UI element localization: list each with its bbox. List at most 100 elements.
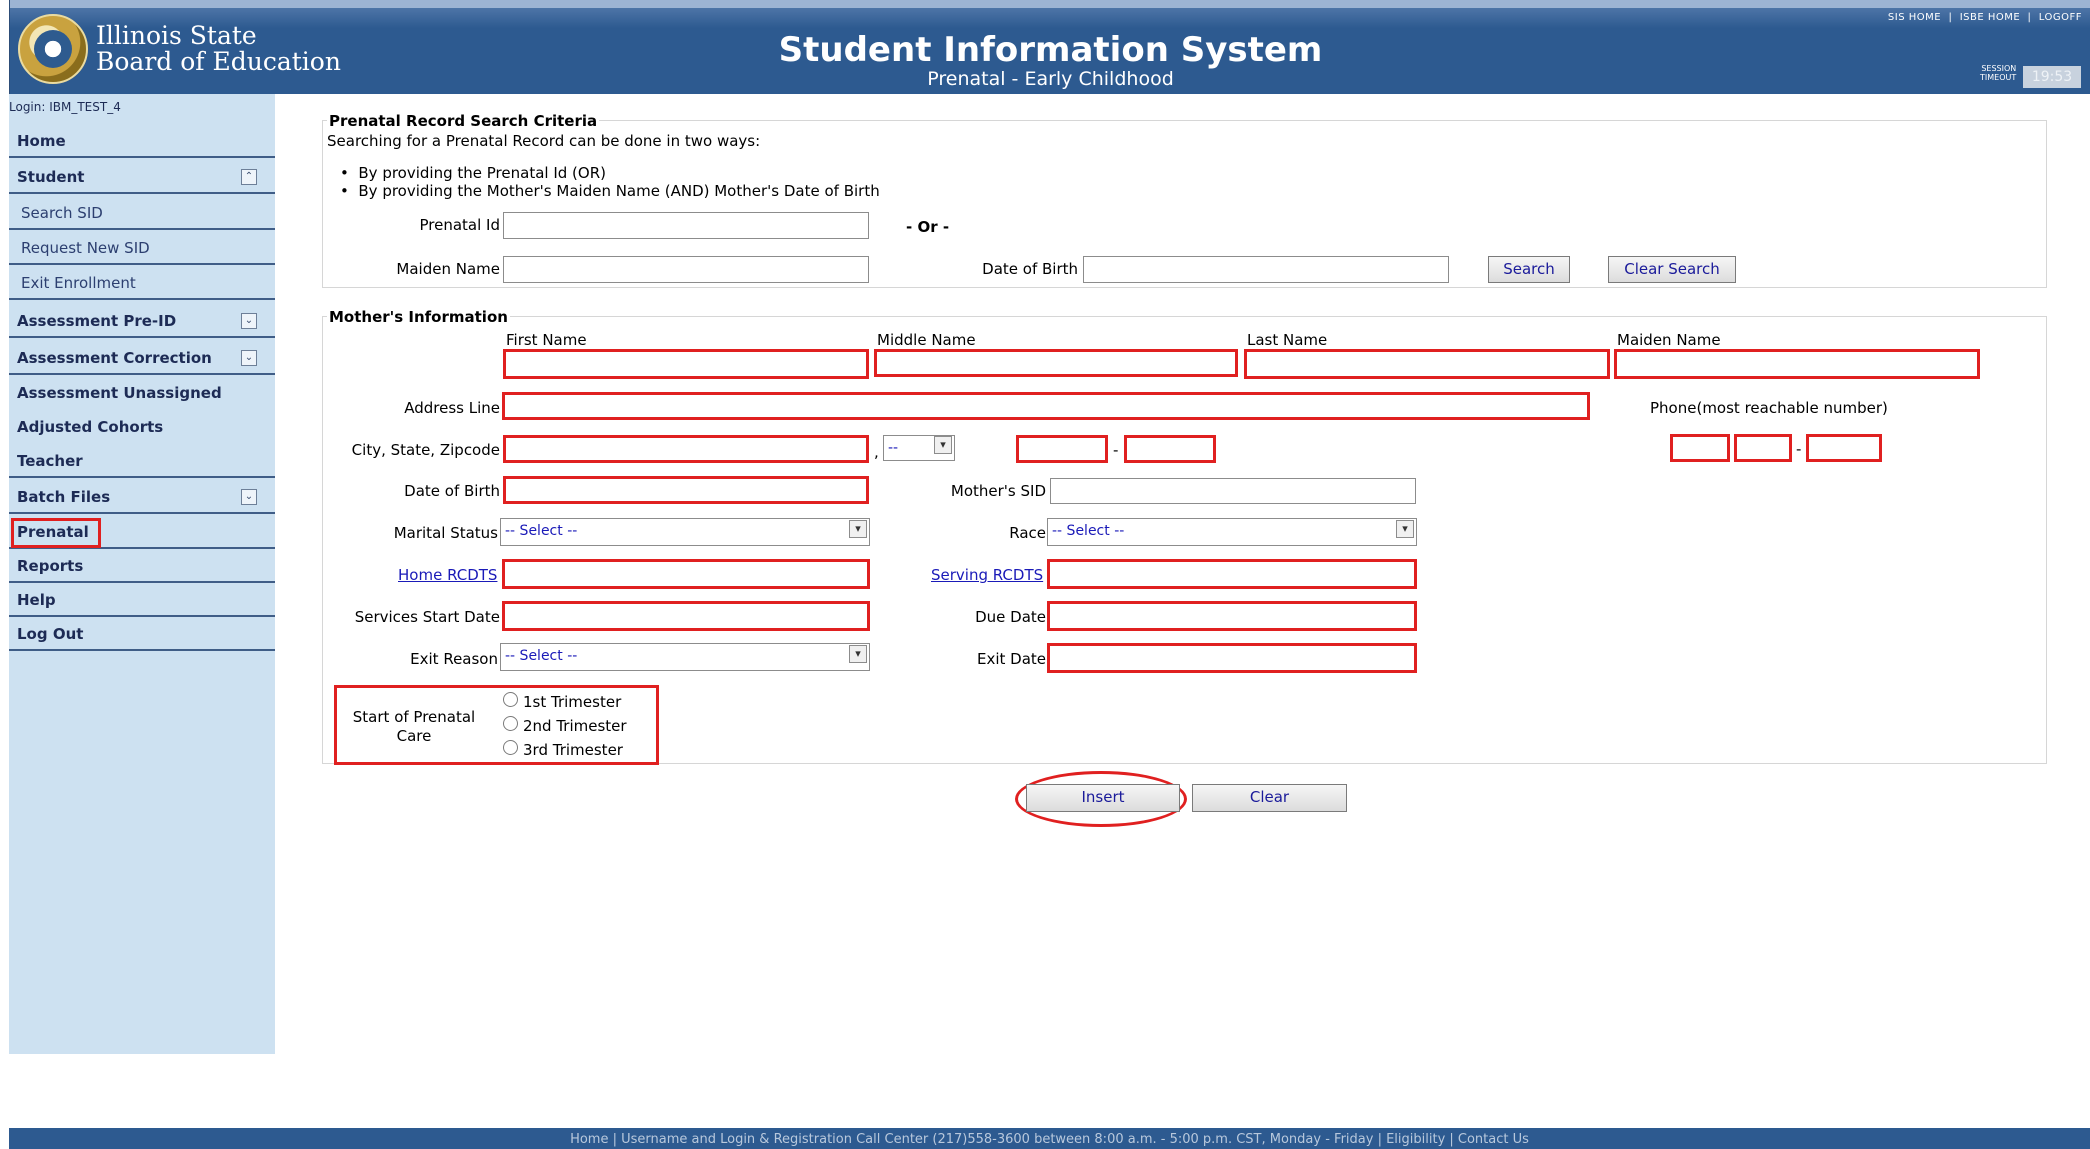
sidebar-item-home[interactable]: Home bbox=[9, 124, 275, 158]
prenatal-id-label: Prenatal Id bbox=[419, 216, 500, 234]
dob-input[interactable] bbox=[503, 476, 869, 504]
exit-reason-label: Exit Reason bbox=[410, 650, 498, 668]
phone-dash: - bbox=[1796, 440, 1802, 458]
last-name-label: Last Name bbox=[1247, 331, 1328, 349]
home-rcdts-input[interactable] bbox=[502, 559, 870, 589]
search-dob-input[interactable] bbox=[1083, 256, 1449, 283]
serving-rcdts-input[interactable] bbox=[1047, 559, 1417, 589]
phone-line-input[interactable] bbox=[1806, 434, 1882, 462]
address-line-input[interactable] bbox=[502, 392, 1590, 420]
mothers-sid-input[interactable] bbox=[1050, 478, 1416, 504]
top-links: SIS HOME | ISBE HOME | LOGOFF bbox=[1887, 12, 2082, 23]
city-comma: , bbox=[874, 443, 879, 461]
address-line-label: Address Line bbox=[404, 399, 500, 417]
last-name-input[interactable] bbox=[1244, 349, 1610, 379]
sidebar-item-assessment-pre-id[interactable]: Assessment Pre-ID ⌄ bbox=[9, 304, 275, 338]
search-dob-label: Date of Birth bbox=[982, 260, 1078, 278]
sidebar-item-exit-enrollment[interactable]: Exit Enrollment bbox=[9, 266, 275, 300]
chevron-up-icon[interactable]: ⌃ bbox=[241, 169, 257, 185]
exit-date-label: Exit Date bbox=[976, 650, 1046, 668]
sis-home-link[interactable]: SIS HOME bbox=[1888, 12, 1941, 23]
dropdown-arrow-icon: ▾ bbox=[1396, 520, 1414, 538]
marital-status-label: Marital Status bbox=[393, 524, 498, 542]
mothers-information-legend: Mother's Information bbox=[327, 308, 510, 326]
insert-button[interactable]: Insert bbox=[1026, 784, 1180, 812]
services-start-date-input[interactable] bbox=[502, 601, 870, 631]
sidebar-item-search-sid[interactable]: Search SID bbox=[9, 196, 275, 230]
phone-prefix-input[interactable] bbox=[1734, 434, 1792, 462]
sidebar-item-adjusted-cohorts[interactable]: Adjusted Cohorts bbox=[9, 410, 275, 444]
clear-button[interactable]: Clear bbox=[1192, 784, 1347, 812]
session-timeout-label: SESSION TIMEOUT bbox=[1980, 64, 2017, 82]
marital-status-select[interactable]: -- Select -- ▾ bbox=[500, 518, 870, 546]
app-header: Illinois State Board of Education Studen… bbox=[9, 0, 2090, 94]
app-title: Student Information System bbox=[778, 30, 1323, 70]
dob-label: Date of Birth bbox=[404, 482, 500, 500]
mothers-sid-label: Mother's SID bbox=[950, 482, 1046, 500]
dropdown-arrow-icon: ▾ bbox=[849, 645, 867, 663]
race-label: Race bbox=[1009, 524, 1046, 542]
sidebar-item-assessment-unassigned[interactable]: Assessment Unassigned bbox=[9, 376, 275, 410]
trimester-2-radio[interactable] bbox=[503, 716, 518, 731]
maiden-name-input[interactable] bbox=[1614, 349, 1980, 379]
trimester-1-label: 1st Trimester bbox=[523, 693, 622, 711]
sidebar-item-assessment-correction[interactable]: Assessment Correction ⌄ bbox=[9, 341, 275, 375]
trimester-3-label: 3rd Trimester bbox=[523, 741, 623, 759]
search-intro: Searching for a Prenatal Record can be d… bbox=[327, 132, 761, 150]
chevron-down-icon[interactable]: ⌄ bbox=[241, 313, 257, 329]
sidebar-item-teacher[interactable]: Teacher bbox=[9, 444, 275, 478]
zip-input[interactable] bbox=[1016, 435, 1108, 463]
isbe-home-link[interactable]: ISBE HOME bbox=[1960, 12, 2021, 23]
zip-ext-input[interactable] bbox=[1124, 435, 1216, 463]
zip-dash: - bbox=[1113, 441, 1119, 459]
city-input[interactable] bbox=[503, 435, 869, 463]
prenatal-highlight-box bbox=[11, 518, 101, 548]
search-button[interactable]: Search bbox=[1488, 256, 1570, 283]
first-name-input[interactable] bbox=[503, 349, 869, 379]
chevron-down-icon[interactable]: ⌄ bbox=[241, 350, 257, 366]
search-maiden-name-input[interactable] bbox=[503, 256, 869, 283]
header-top-stripe bbox=[10, 0, 2090, 8]
login-label: Login: IBM_TEST_4 bbox=[9, 100, 121, 114]
sidebar-item-help[interactable]: Help bbox=[9, 583, 275, 617]
trimester-1-radio[interactable] bbox=[503, 692, 518, 707]
sidebar-item-student[interactable]: Student ⌃ bbox=[9, 160, 275, 194]
exit-reason-select[interactable]: -- Select -- ▾ bbox=[500, 643, 870, 671]
sidebar-item-reports[interactable]: Reports bbox=[9, 549, 275, 583]
services-start-date-label: Services Start Date bbox=[354, 608, 500, 626]
dropdown-arrow-icon: ▾ bbox=[849, 520, 867, 538]
sidebar-item-batch-files[interactable]: Batch Files ⌄ bbox=[9, 480, 275, 514]
maiden-name-label: Maiden Name bbox=[1617, 331, 1721, 349]
city-state-zip-label: City, State, Zipcode bbox=[351, 441, 500, 459]
prenatal-care-label: Start of Prenatal Care bbox=[352, 708, 476, 745]
phone-label: Phone(most reachable number) bbox=[1650, 399, 1888, 417]
serving-rcdts-link[interactable]: Serving RCDTS bbox=[931, 566, 1043, 584]
page-subtitle: Prenatal - Early Childhood bbox=[927, 68, 1174, 90]
state-select[interactable]: -- ▾ bbox=[883, 435, 955, 461]
first-name-label: First Name bbox=[506, 331, 587, 349]
chevron-down-icon[interactable]: ⌄ bbox=[241, 489, 257, 505]
middle-name-input[interactable] bbox=[874, 349, 1238, 377]
trimester-3-radio[interactable] bbox=[503, 740, 518, 755]
search-bullet-1: • By providing the Prenatal Id (OR) bbox=[340, 164, 606, 182]
session-timer: 19:53 bbox=[2023, 66, 2081, 88]
clear-search-button[interactable]: Clear Search bbox=[1608, 256, 1736, 283]
logoff-link[interactable]: LOGOFF bbox=[2039, 12, 2082, 23]
home-rcdts-link[interactable]: Home RCDTS bbox=[398, 566, 497, 584]
exit-date-input[interactable] bbox=[1047, 643, 1417, 673]
search-legend: Prenatal Record Search Criteria bbox=[327, 112, 600, 130]
phone-area-input[interactable] bbox=[1670, 434, 1730, 462]
trimester-2-label: 2nd Trimester bbox=[523, 717, 627, 735]
race-select[interactable]: -- Select -- ▾ bbox=[1047, 518, 1417, 546]
due-date-input[interactable] bbox=[1047, 601, 1417, 631]
middle-name-label: Middle Name bbox=[877, 331, 976, 349]
or-separator: - Or - bbox=[906, 218, 950, 236]
sidebar-item-log-out[interactable]: Log Out bbox=[9, 617, 275, 651]
search-maiden-name-label: Maiden Name bbox=[396, 260, 500, 278]
search-bullet-2: • By providing the Mother's Maiden Name … bbox=[340, 182, 880, 200]
sidebar-item-request-new-sid[interactable]: Request New SID bbox=[9, 231, 275, 265]
page-footer: Home | Username and Login & Registration… bbox=[9, 1128, 2090, 1149]
prenatal-id-input[interactable] bbox=[503, 212, 869, 239]
dropdown-arrow-icon: ▾ bbox=[934, 436, 952, 454]
due-date-label: Due Date bbox=[975, 608, 1046, 626]
